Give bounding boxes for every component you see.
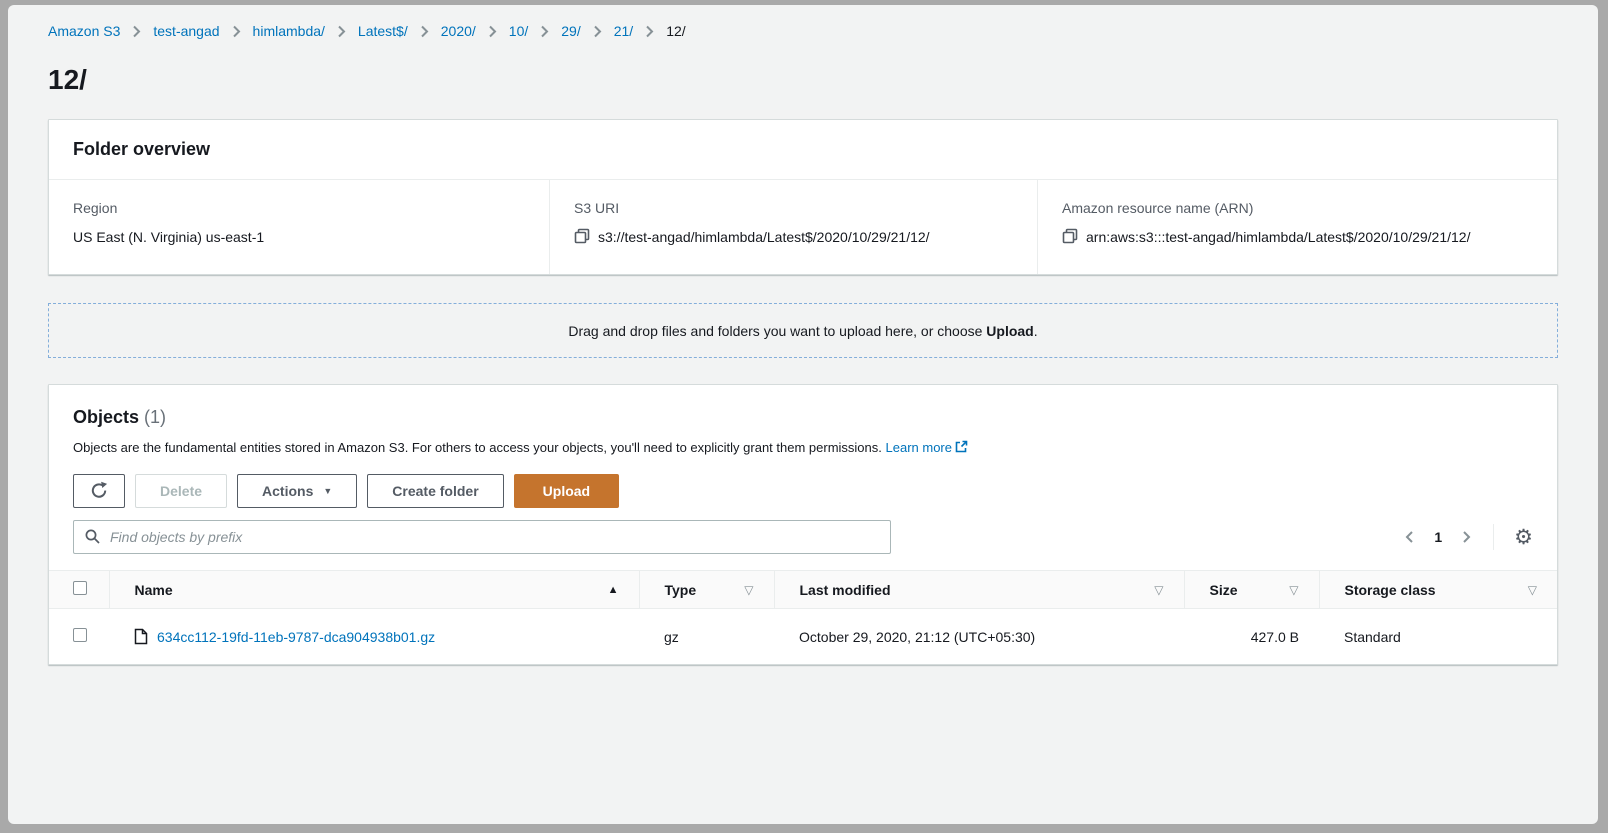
learn-more-link[interactable]: Learn more [886, 440, 952, 455]
settings-gear-icon[interactable]: ⚙ [1514, 527, 1533, 548]
chevron-right-icon [593, 25, 602, 38]
chevron-right-icon [337, 25, 346, 38]
column-header-last-modified[interactable]: Last modified▽ [774, 571, 1184, 609]
refresh-button[interactable] [73, 474, 125, 508]
object-last-modified: October 29, 2020, 21:12 (UTC+05:30) [774, 609, 1184, 665]
actions-button[interactable]: Actions ▼ [237, 474, 357, 508]
dropzone-upload-word: Upload [986, 323, 1033, 339]
breadcrumb-himlambda[interactable]: himlambda/ [253, 23, 325, 39]
delete-button[interactable]: Delete [135, 474, 227, 508]
sort-icon: ▽ [1154, 583, 1163, 597]
dropzone-text: Drag and drop files and folders you want… [568, 323, 986, 339]
breadcrumb-10[interactable]: 10/ [509, 23, 528, 39]
column-header-name[interactable]: Name▲ [109, 571, 639, 609]
arn-label: Amazon resource name (ARN) [1062, 200, 1533, 216]
folder-overview-header: Folder overview [49, 120, 1557, 180]
create-folder-button[interactable]: Create folder [367, 474, 503, 508]
region-label: Region [73, 200, 525, 216]
file-icon [134, 628, 148, 645]
copy-icon[interactable] [574, 228, 590, 244]
breadcrumb-29[interactable]: 29/ [561, 23, 580, 39]
folder-overview-card: Folder overview Region US East (N. Virgi… [48, 119, 1558, 275]
s3-uri-value: s3://test-angad/himlambda/Latest$/2020/1… [598, 226, 930, 248]
breadcrumb-2020[interactable]: 2020/ [441, 23, 476, 39]
sort-icon: ▽ [744, 583, 753, 597]
column-header-storage-class[interactable]: Storage class▽ [1319, 571, 1557, 609]
object-size: 427.0 B [1184, 609, 1319, 665]
folder-overview-title: Folder overview [73, 139, 1533, 160]
chevron-right-icon [420, 25, 429, 38]
breadcrumb-21[interactable]: 21/ [614, 23, 633, 39]
breadcrumb-current-12: 12/ [666, 23, 685, 39]
breadcrumb-amazon-s3[interactable]: Amazon S3 [48, 23, 120, 39]
objects-count: (1) [139, 407, 166, 427]
copy-icon[interactable] [1062, 228, 1078, 244]
region-field: Region US East (N. Virginia) us-east-1 [49, 180, 549, 274]
divider [1493, 524, 1494, 550]
objects-table: Name▲ Type▽ Last modified▽ Size▽ Storage [49, 570, 1557, 664]
previous-page-icon[interactable] [1403, 528, 1416, 546]
current-page-number[interactable]: 1 [1434, 529, 1442, 545]
caret-down-icon: ▼ [323, 486, 332, 496]
object-storage-class: Standard [1319, 609, 1557, 665]
next-page-icon[interactable] [1460, 528, 1473, 546]
objects-title: Objects (1) [73, 407, 1533, 428]
arn-field: Amazon resource name (ARN) arn:aws:s3:::… [1037, 180, 1557, 274]
pagination: 1 [1403, 528, 1473, 546]
objects-description: Objects are the fundamental entities sto… [73, 440, 1533, 456]
table-row: 634cc112-19fd-11eb-9787-dca904938b01.gz … [49, 609, 1557, 665]
chevron-right-icon [488, 25, 497, 38]
object-type: gz [639, 609, 774, 665]
external-link-icon [955, 440, 968, 456]
breadcrumb-test-angad[interactable]: test-angad [153, 23, 219, 39]
column-header-type[interactable]: Type▽ [639, 571, 774, 609]
chevron-right-icon [645, 25, 654, 38]
region-value: US East (N. Virginia) us-east-1 [73, 226, 264, 248]
column-header-size[interactable]: Size▽ [1184, 571, 1319, 609]
dropzone-text-end: . [1034, 323, 1038, 339]
sort-icon: ▽ [1289, 583, 1298, 597]
breadcrumb-latest[interactable]: Latest$/ [358, 23, 408, 39]
object-name-link[interactable]: 634cc112-19fd-11eb-9787-dca904938b01.gz [157, 629, 435, 645]
breadcrumb: Amazon S3 test-angad himlambda/ Latest$/… [48, 5, 1558, 39]
upload-button[interactable]: Upload [514, 474, 619, 508]
sort-ascending-icon: ▲ [608, 584, 619, 596]
arn-value: arn:aws:s3:::test-angad/himlambda/Latest… [1086, 226, 1470, 248]
find-objects-input[interactable] [73, 520, 891, 554]
s3-uri-field: S3 URI s3://test-angad/himlambda/Latest$… [549, 180, 1037, 274]
s3-uri-label: S3 URI [574, 200, 1013, 216]
chevron-right-icon [540, 25, 549, 38]
refresh-icon [90, 481, 108, 502]
row-checkbox[interactable] [73, 628, 87, 642]
chevron-right-icon [232, 25, 241, 38]
chevron-right-icon [132, 25, 141, 38]
objects-card: Objects (1) Objects are the fundamental … [48, 384, 1558, 665]
search-icon [84, 528, 101, 550]
s3-console-page: Amazon S3 test-angad himlambda/ Latest$/… [8, 5, 1598, 824]
sort-icon: ▽ [1528, 583, 1537, 597]
page-title: 12/ [48, 63, 1558, 97]
select-all-checkbox[interactable] [73, 581, 87, 595]
upload-dropzone[interactable]: Drag and drop files and folders you want… [48, 303, 1558, 358]
